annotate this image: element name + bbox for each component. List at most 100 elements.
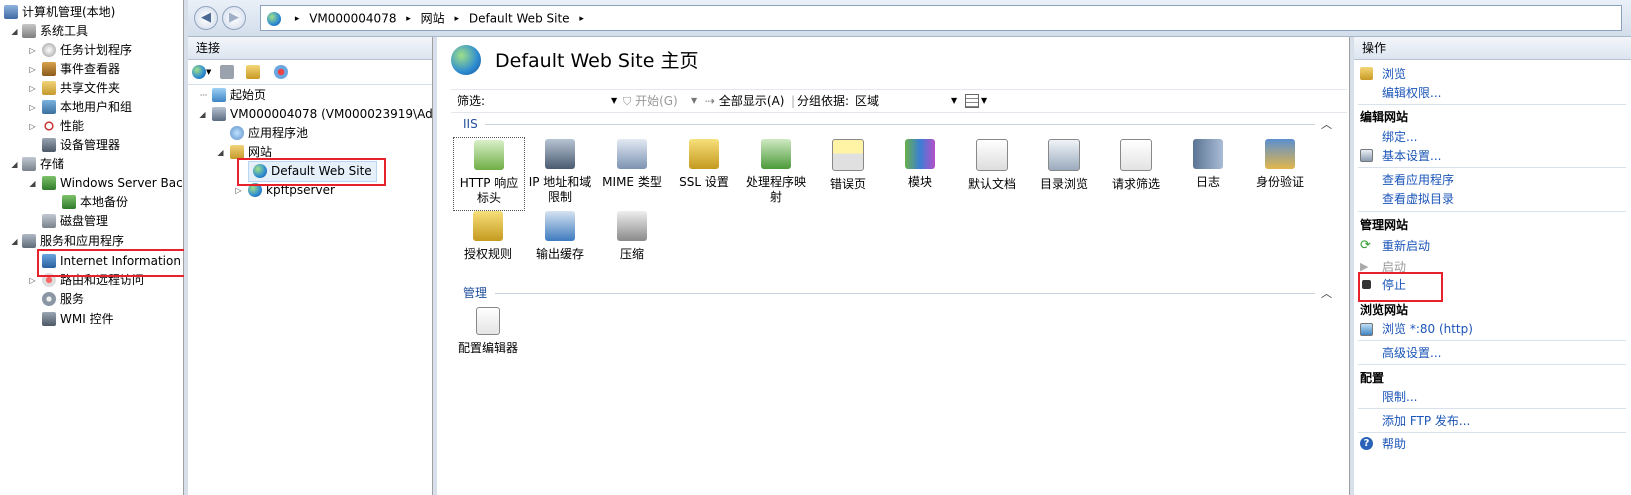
expand-arrow-icon[interactable]: ◢ xyxy=(216,143,225,162)
filter-input[interactable] xyxy=(491,92,621,108)
expand-arrow-icon[interactable]: ◢ xyxy=(10,155,19,174)
bindings-link[interactable]: 绑定... xyxy=(1382,129,1417,145)
tree-item-label: 事件查看器 xyxy=(60,62,121,76)
collapse-arrow-icon[interactable]: ▷ xyxy=(28,60,37,79)
folder-icon[interactable] xyxy=(246,65,260,79)
feature-label: 错误页 xyxy=(829,177,866,191)
feature-authentication[interactable]: 身份验证 xyxy=(1245,139,1315,190)
actions-divider xyxy=(1358,340,1626,341)
expand-arrow-icon[interactable]: ◢ xyxy=(10,232,19,251)
feature-output-caching[interactable]: 输出缓存 xyxy=(525,211,595,262)
chevron-down-icon[interactable]: ▼ xyxy=(611,90,617,112)
tree-item-performance[interactable]: 性能 xyxy=(42,117,84,136)
collapse-arrow-icon[interactable]: ▷ xyxy=(28,41,37,60)
restart-link[interactable]: 重新启动 xyxy=(1382,238,1430,254)
chevron-down-icon[interactable]: ▼ xyxy=(981,90,987,112)
ip-restrictions-icon xyxy=(545,139,575,169)
view-mode-icon[interactable] xyxy=(965,94,979,108)
feature-mime-types[interactable]: MIME 类型 xyxy=(597,139,667,190)
section-header-iis: IIS xyxy=(463,117,478,131)
show-all-icon: ⇢ xyxy=(705,94,716,108)
expand-arrow-icon[interactable]: ◢ xyxy=(198,105,207,124)
show-all-button[interactable]: ⇢ 全部显示(A) xyxy=(705,90,784,112)
collapse-section-icon[interactable]: ︿ xyxy=(1321,116,1332,132)
breadcrumb-site[interactable]: Default Web Site xyxy=(469,12,570,26)
edit-permissions-link[interactable]: 编辑权限... xyxy=(1382,85,1441,101)
tree-item-event-viewer[interactable]: 事件查看器 xyxy=(42,60,120,79)
feature-authorization-rules[interactable]: 授权规则 xyxy=(453,211,523,262)
tree-item-system-tools[interactable]: 系统工具 xyxy=(22,22,88,41)
collapse-arrow-icon[interactable]: ▷ xyxy=(28,79,37,98)
chevron-down-icon[interactable]: ▼ xyxy=(951,90,957,112)
tree-item-windows-server-backup[interactable]: Windows Server Back xyxy=(42,174,183,193)
tree-item-label: 服务 xyxy=(60,292,85,306)
expand-arrow-icon[interactable]: ◢ xyxy=(28,174,37,193)
expand-arrow-icon[interactable]: ◢ xyxy=(10,22,19,41)
start-filter-button[interactable]: ⛉ 开始(G) xyxy=(623,90,678,113)
browse-link[interactable]: 浏览 xyxy=(1382,66,1406,82)
connect-icon[interactable] xyxy=(192,65,206,79)
tree-item-local-users[interactable]: 本地用户和组 xyxy=(42,98,132,117)
feature-ssl-settings[interactable]: SSL 设置 xyxy=(669,139,739,190)
conn-node-start-page[interactable]: 起始页 xyxy=(212,86,266,105)
tree-item-storage[interactable]: 存储 xyxy=(22,155,64,174)
feature-directory-browsing[interactable]: 目录浏览 xyxy=(1029,139,1099,192)
breadcrumb-server[interactable]: VM000004078 xyxy=(309,12,396,26)
help-link[interactable]: 帮助 xyxy=(1382,436,1406,452)
performance-icon xyxy=(42,119,56,133)
feature-handler-mappings[interactable]: 处理程序映射 xyxy=(741,139,811,205)
chevron-down-icon[interactable]: ▼ xyxy=(691,90,697,112)
collapse-arrow-icon[interactable]: ▷ xyxy=(28,271,37,290)
tree-item-label: 设备管理器 xyxy=(60,138,121,152)
section-header-management: 管理 xyxy=(463,286,488,300)
forward-button[interactable]: ▶ xyxy=(222,6,246,30)
feature-modules[interactable]: 模块 xyxy=(885,139,955,190)
request-filtering-icon xyxy=(1120,139,1152,171)
chevron-down-icon[interactable]: ▼ xyxy=(206,65,214,79)
section-divider xyxy=(495,293,1315,294)
feature-logging[interactable]: 日志 xyxy=(1173,139,1243,190)
edit-site-heading: 编辑网站 xyxy=(1360,110,1409,124)
save-icon[interactable] xyxy=(220,65,234,79)
tree-item-task-scheduler[interactable]: 任务计划程序 xyxy=(42,41,132,60)
feature-http-response-headers[interactable]: HTTP 响应标头 xyxy=(453,137,525,211)
feature-error-pages[interactable]: 错误页 xyxy=(813,139,883,192)
configure-heading: 配置 xyxy=(1360,371,1385,385)
view-applications-link[interactable]: 查看应用程序 xyxy=(1382,172,1454,188)
collapse-section-icon[interactable]: ︿ xyxy=(1321,285,1332,301)
conn-node-server[interactable]: VM000004078 (VM000023919\Admi xyxy=(212,105,448,124)
collapse-arrow-icon[interactable]: ▷ xyxy=(28,98,37,117)
feature-request-filtering[interactable]: 请求筛选 xyxy=(1101,139,1171,192)
view-virtual-directories-link[interactable]: 查看虚拟目录 xyxy=(1382,191,1454,207)
manage-site-heading: 管理网站 xyxy=(1360,218,1409,232)
conn-node-app-pools[interactable]: 应用程序池 xyxy=(230,124,308,143)
feature-configuration-editor[interactable]: 配置编辑器 xyxy=(453,307,523,356)
tree-item-local-backup[interactable]: 本地备份 xyxy=(62,193,128,212)
basic-settings-link[interactable]: 基本设置... xyxy=(1382,148,1441,164)
tree-item-wmi[interactable]: WMI 控件 xyxy=(42,310,114,329)
default-document-icon xyxy=(976,139,1008,171)
tree-item-services[interactable]: 服务 xyxy=(42,290,84,309)
advanced-settings-link[interactable]: 高级设置... xyxy=(1382,345,1441,361)
users-icon xyxy=(42,100,56,114)
sites-folder-icon xyxy=(230,145,244,159)
tree-item-device-manager[interactable]: 设备管理器 xyxy=(42,136,120,155)
breadcrumb[interactable]: ▸ VM000004078 ▸ 网站 ▸ Default Web Site ▸ xyxy=(260,5,1622,31)
connections-pane: 连接 ▼ ┄ 起始页 ◢ VM000004078 (VM000023919\Ad… xyxy=(188,37,448,495)
tree-root[interactable]: 计算机管理(本地) xyxy=(4,3,115,22)
breadcrumb-sites[interactable]: 网站 xyxy=(421,12,445,26)
tree-item-shared-folders[interactable]: 共享文件夹 xyxy=(42,79,120,98)
add-ftp-publishing-link[interactable]: 添加 FTP 发布... xyxy=(1382,413,1470,429)
feature-label: 请求筛选 xyxy=(1111,177,1160,191)
feature-compression[interactable]: 压缩 xyxy=(597,211,667,262)
back-button[interactable]: ◀ xyxy=(194,6,218,30)
feature-default-document[interactable]: 默认文档 xyxy=(957,139,1027,192)
disconnect-icon[interactable] xyxy=(274,65,288,79)
lock-icon xyxy=(689,139,719,169)
collapse-arrow-icon[interactable]: ▷ xyxy=(28,117,37,136)
group-by-select[interactable]: 区域 xyxy=(855,90,955,112)
limits-link[interactable]: 限制... xyxy=(1382,389,1417,405)
browse-port-80-link[interactable]: 浏览 *:80 (http) xyxy=(1382,321,1473,337)
tree-item-disk-management[interactable]: 磁盘管理 xyxy=(42,212,108,231)
feature-ip-restrictions[interactable]: IP 地址和域限制 xyxy=(525,139,595,205)
